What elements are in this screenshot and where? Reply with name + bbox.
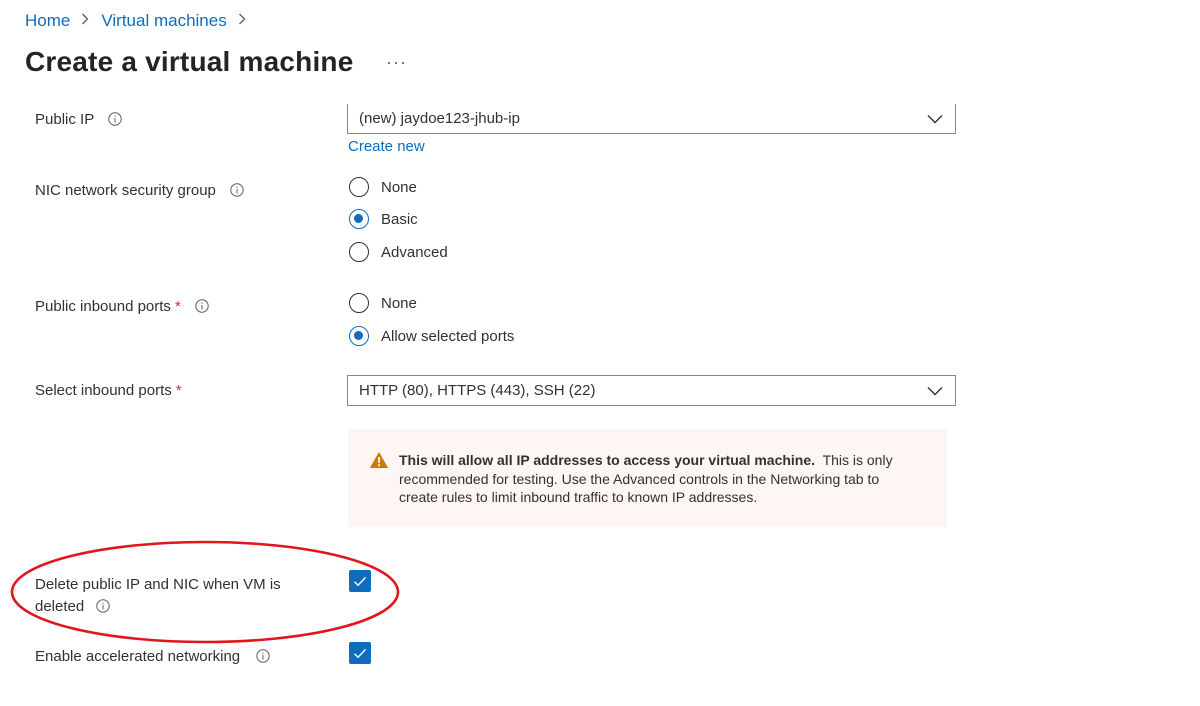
checkmark-icon: [354, 576, 367, 586]
public-ip-label-text: Public IP: [35, 111, 94, 128]
warning-bold: This will allow all IP addresses to acce…: [399, 452, 816, 468]
breadcrumb-virtual-machines-link[interactable]: Virtual machines: [101, 11, 226, 31]
warning-icon: [369, 451, 389, 474]
chevron-down-icon: [927, 387, 943, 396]
page-title: Create a virtual machine: [25, 46, 354, 77]
delete-public-ip-label-line1: Delete public IP and NIC when VM is: [35, 576, 281, 593]
radio-label: None: [381, 178, 417, 196]
chevron-right-icon: [238, 12, 246, 30]
public-inbound-ports-label: Public inbound ports *: [35, 296, 209, 318]
accelerated-networking-checkbox[interactable]: [349, 642, 371, 664]
warning-text: This will allow all IP addresses to acce…: [399, 451, 939, 507]
public-ip-value: (new) jaydoe123-jhub-ip: [359, 110, 520, 127]
select-inbound-ports-label: Select inbound ports *: [35, 380, 182, 402]
info-icon[interactable]: [195, 298, 209, 313]
more-options-button[interactable]: ···: [386, 52, 407, 73]
nic-nsg-radio-advanced[interactable]: Advanced: [349, 242, 448, 262]
nic-nsg-radio-none[interactable]: None: [349, 177, 417, 197]
info-icon[interactable]: [108, 111, 122, 126]
delete-public-ip-label-line2-wrap: deleted: [35, 596, 325, 618]
delete-public-ip-checkbox[interactable]: [349, 570, 371, 592]
inbound-ports-radio-none[interactable]: None: [349, 293, 417, 313]
required-asterisk: *: [174, 298, 181, 315]
nic-nsg-label-text: NIC network security group: [35, 182, 216, 199]
radio-circle: [349, 242, 369, 262]
radio-label: Advanced: [381, 243, 448, 261]
public-ip-label: Public IP: [35, 109, 122, 131]
checkmark-icon: [354, 648, 367, 658]
radio-circle: [349, 177, 369, 197]
create-new-link[interactable]: Create new: [348, 138, 425, 155]
delete-public-ip-label: Delete public IP and NIC when VM is dele…: [35, 574, 325, 618]
warning-line-3: create rules to limit inbound traffic to…: [399, 489, 758, 505]
radio-label: Basic: [381, 210, 418, 228]
info-icon[interactable]: [256, 648, 271, 663]
info-icon[interactable]: [230, 182, 244, 197]
radio-circle-selected: [349, 209, 369, 229]
select-inbound-ports-label-text: Select inbound ports: [35, 382, 172, 399]
radio-label: None: [381, 294, 417, 312]
required-asterisk: *: [175, 382, 182, 399]
warning-line1-rest: This is only: [822, 452, 893, 468]
radio-circle: [349, 293, 369, 313]
chevron-right-icon: [81, 12, 89, 30]
select-inbound-ports-dropdown[interactable]: HTTP (80), HTTPS (443), SSH (22): [347, 375, 956, 406]
select-inbound-ports-value: HTTP (80), HTTPS (443), SSH (22): [359, 382, 596, 399]
accelerated-networking-label: Enable accelerated networking: [35, 646, 271, 668]
public-inbound-ports-label-text: Public inbound ports: [35, 298, 171, 315]
warning-message: This will allow all IP addresses to acce…: [348, 429, 947, 527]
accelerated-networking-label-text: Enable accelerated networking: [35, 648, 241, 665]
breadcrumb-home-link[interactable]: Home: [25, 11, 70, 31]
nic-nsg-radio-basic[interactable]: Basic: [349, 209, 418, 229]
inbound-ports-radio-allow-selected[interactable]: Allow selected ports: [349, 326, 514, 346]
warning-line-1: This will allow all IP addresses to acce…: [399, 451, 939, 470]
info-icon[interactable]: [96, 598, 111, 613]
breadcrumb: Home Virtual machines: [25, 10, 246, 32]
public-ip-dropdown[interactable]: (new) jaydoe123-jhub-ip: [347, 104, 956, 134]
radio-label: Allow selected ports: [381, 327, 515, 345]
delete-public-ip-label-line2: deleted: [35, 598, 85, 615]
chevron-down-icon: [927, 115, 943, 124]
warning-line-2: recommended for testing. Use the Advance…: [399, 470, 880, 487]
nic-nsg-label: NIC network security group: [35, 180, 244, 202]
radio-circle-selected: [349, 326, 369, 346]
